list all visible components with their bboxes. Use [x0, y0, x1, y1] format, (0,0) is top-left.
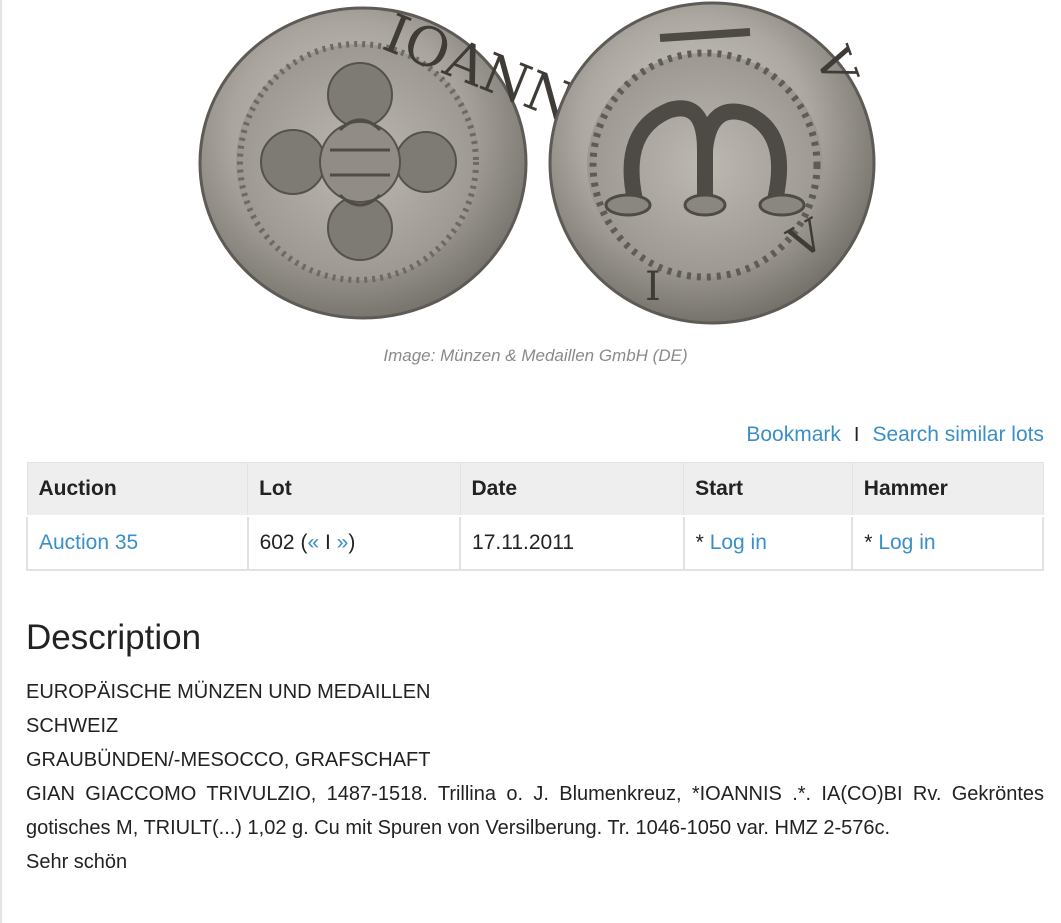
page-left-border — [0, 0, 2, 923]
cell-lot: 602 (« I ») — [246, 515, 462, 571]
cell-auction: Auction 35 — [26, 515, 249, 571]
start-asterisk: * — [695, 531, 704, 554]
image-credit: Image: Münzen & Medaillen GmbH (DE) — [383, 346, 688, 365]
coin-reverse: V V I — [548, 1, 876, 325]
description-line: GRAUBÜNDEN/-MESOCCO, GRAFSCHAFT — [26, 749, 431, 771]
lot-number: 602 — [259, 531, 295, 554]
description-line: EUROPÄISCHE MÜNZEN UND MEDAILLEN — [26, 681, 431, 703]
cell-start: * Log in — [682, 515, 854, 571]
coin-image[interactable]: IOANNIS V V I — [190, 0, 880, 335]
cell-hammer: * Log in — [851, 515, 1044, 571]
previous-lot-link[interactable]: « — [307, 531, 319, 554]
bookmark-link[interactable]: Bookmark — [746, 423, 841, 447]
description-body: EUROPÄISCHE MÜNZEN UND MEDAILLEN SCHWEIZ… — [26, 675, 1044, 879]
header-auction: Auction — [26, 462, 249, 517]
start-login-link[interactable]: Log in — [710, 531, 767, 554]
description-line: Sehr schön — [26, 851, 128, 873]
hammer-login-link[interactable]: Log in — [878, 531, 935, 554]
description-heading: Description — [26, 618, 202, 657]
hammer-asterisk: * — [864, 531, 873, 554]
lot-table: Auction Lot Date Start Hammer Auction 35… — [26, 462, 1044, 571]
header-lot: Lot — [247, 462, 461, 517]
next-lot-link[interactable]: » — [337, 531, 349, 554]
auction-link[interactable]: Auction 35 — [39, 531, 138, 554]
search-similar-lots-link[interactable]: Search similar lots — [872, 423, 1044, 447]
lot-actions: Bookmark I Search similar lots — [746, 423, 1044, 447]
description-line: SCHWEIZ — [26, 715, 119, 737]
table-row: Auction 35 602 (« I ») 17.11.2011 * Log … — [26, 515, 1044, 571]
header-start: Start — [683, 462, 853, 517]
lot-paren-close: ) — [348, 531, 356, 554]
cell-date: 17.11.2011 — [459, 515, 685, 571]
table-header-row: Auction Lot Date Start Hammer — [26, 462, 1044, 517]
description-line: GIAN GIACCOMO TRIVULZIO, 1487-1518. Tril… — [26, 783, 1044, 839]
svg-text:I: I — [645, 264, 661, 310]
header-hammer: Hammer — [851, 462, 1044, 517]
coin-photo: IOANNIS V V I — [198, 1, 876, 325]
action-separator: I — [853, 423, 860, 446]
lot-nav-separator: I — [324, 531, 331, 554]
header-date: Date — [459, 462, 685, 517]
